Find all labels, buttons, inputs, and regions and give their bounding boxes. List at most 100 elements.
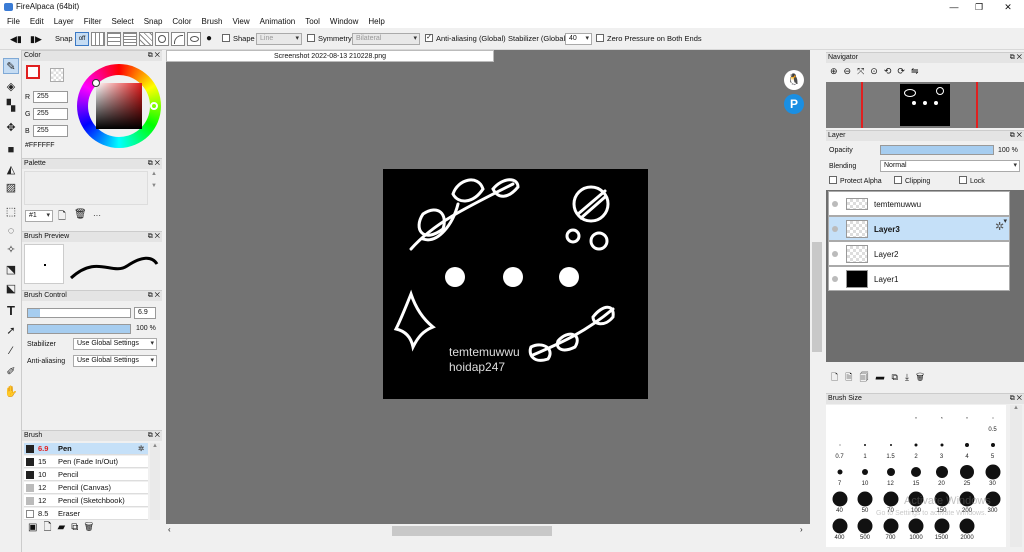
panel-close-icon[interactable]: ⧉ ✕ [148,291,160,301]
snap-dot-icon[interactable]: ● [206,32,212,46]
zoom-fit-icon[interactable]: ⤧ [857,66,870,76]
brush-folder-icon[interactable]: ▰ [58,522,72,533]
brush-size-cell[interactable]: 700 [878,515,903,541]
snap-parallel-icon[interactable] [91,32,105,46]
snap-vanish-icon[interactable] [139,32,153,46]
vertical-scroll-thumb[interactable] [812,242,822,352]
merge-down-icon[interactable]: ⤓ [905,372,916,382]
panel-close-icon[interactable]: ⧉ ✕ [148,431,160,441]
rotate-icon[interactable]: ⟲ [884,66,898,76]
bucket-tool-icon[interactable]: ◭ [3,162,19,178]
brush-size-cell[interactable]: 10 [853,461,878,487]
brush-size-cell[interactable]: 40 [827,488,852,514]
app-badge-icon[interactable]: P [784,94,804,114]
rotate-reset-icon[interactable]: ⟳ [897,66,911,76]
layer-visibility-icon[interactable] [832,201,838,207]
symmetry-checkbox[interactable]: Symmetry [307,32,352,46]
palette-swatch-area[interactable] [24,171,148,205]
new-1bit-layer-icon[interactable]: 🗐 [860,372,876,382]
sv-marker-icon[interactable] [92,79,100,87]
brush-item[interactable]: 6.9 Pen ✲ [24,443,148,455]
magic-wand-icon[interactable]: ✧ [3,242,19,258]
layer-row[interactable]: Layer1 [828,266,1010,291]
divide-tool-icon[interactable]: ⁄ [3,343,19,359]
menu-color[interactable]: Color [167,14,196,28]
panel-close-icon[interactable]: ⧉ ✕ [1010,131,1022,141]
select-pen-icon[interactable]: ⬔ [3,262,19,278]
brush-settings-icon[interactable]: ✲ [138,443,144,455]
blending-select[interactable]: Normal [880,160,1020,172]
select-tool-icon[interactable]: ⬚ [3,204,19,220]
brush-size-cell[interactable]: · [904,407,929,433]
brush-item[interactable]: 8.5 Eraser [24,508,148,520]
scroll-right-icon[interactable]: › [800,525,803,534]
antialias-checkbox[interactable]: ✓ Anti-aliasing (Global) [425,32,506,46]
brush-delete-icon[interactable]: 🗑 [84,522,99,533]
layer-visibility-icon[interactable] [832,276,838,282]
eyedropper-icon[interactable]: ✐ [3,364,19,380]
layer-row[interactable]: Layer2 [828,241,1010,266]
zero-pressure-checkbox[interactable]: Zero Pressure on Both Ends [596,32,702,46]
brush-list-scrollbar[interactable]: ▲ [150,443,160,520]
shape-checkbox[interactable]: Shape [222,32,255,46]
opacity-slider[interactable] [27,324,131,334]
select-eraser-icon[interactable]: ⬕ [3,281,19,297]
layer-row[interactable]: temtemuwwu [828,191,1010,216]
brush-size-cell[interactable]: · [929,407,954,433]
brush-size-cell[interactable]: 500 [853,515,878,541]
menu-window[interactable]: Window [325,14,363,28]
brush-size-cell[interactable]: 0.5 [980,407,1005,433]
brush-tool-icon[interactable]: ✎ [3,58,19,74]
brush-size-cell[interactable]: 1500 [929,515,954,541]
panel-close-icon[interactable]: ⧉ ✕ [148,159,160,169]
operation-tool-icon[interactable]: ➚ [3,323,19,339]
menu-tool[interactable]: Tool [300,14,325,28]
snap-curve-icon[interactable] [171,32,185,46]
snap-ellipse-icon[interactable] [187,32,201,46]
brush-size-scrollbar[interactable]: ▲ [1010,405,1022,547]
brush-size-cell[interactable]: 4 [955,434,980,460]
prev-icon[interactable]: ◀▮ [10,32,22,46]
eraser-tool-icon[interactable]: ◈ [3,79,19,95]
restore-button[interactable]: ❐ [965,0,993,14]
palette-index-select[interactable]: #1 [25,210,53,222]
brush-size-cell[interactable]: 20 [929,461,954,487]
brush-size-cell[interactable]: 5 [980,434,1005,460]
snap-cross-icon[interactable] [123,32,137,46]
clipping-checkbox[interactable]: Clipping [894,176,930,185]
panel-close-icon[interactable]: ⧉ ✕ [148,51,160,61]
snap-grid-icon[interactable] [107,32,121,46]
brush-size-cell[interactable] [878,407,903,433]
actual-size-icon[interactable]: ⊙ [870,66,884,76]
brush-item[interactable]: 12 Pencil (Sketchbook) [24,495,148,507]
gradient-tool-icon[interactable]: ▨ [3,180,19,196]
lasso-tool-icon[interactable]: ◌ [3,223,19,239]
layer-opacity-slider[interactable] [880,145,994,155]
flip-icon[interactable]: ⇋ [911,66,925,76]
brush-item[interactable]: 10 Pencil [24,469,148,481]
menu-animation[interactable]: Animation [255,14,301,28]
layer-settings-icon[interactable]: ✲ [995,222,1004,233]
brush-size-cell[interactable] [827,407,852,433]
rect-fill-icon[interactable]: ■ [3,142,19,158]
brush-size-cell[interactable]: 12 [878,461,903,487]
brush-duplicate-icon[interactable]: ⧉ [71,522,84,533]
stabilizer-select[interactable]: 40 [565,33,592,45]
new-layer-icon[interactable]: 🗋 [831,372,845,382]
move-tool-icon[interactable]: ✥ [3,120,19,136]
palette-more-icon[interactable]: ··· [93,211,101,220]
new-folder-icon[interactable]: ▰ [876,372,892,382]
brush-size-cell[interactable]: 1000 [904,515,929,541]
zoom-in-icon[interactable]: ⊕ [830,66,844,76]
brush-size-cell[interactable]: 50 [853,488,878,514]
text-tool-icon[interactable]: T [3,303,19,319]
brush-stabilizer-select[interactable]: Use Global Settings [73,338,157,350]
duplicate-layer-icon[interactable]: ⧉ [892,372,905,382]
brush-size-cell[interactable]: 2000 [955,515,980,541]
new-8bit-layer-icon[interactable]: 🗎 [845,372,859,382]
horizontal-scroll-thumb[interactable] [392,526,552,536]
brush-antialias-select[interactable]: Use Global Settings [73,355,157,367]
penguin-icon[interactable]: 🐧 [784,70,804,90]
layer-visibility-icon[interactable] [832,226,838,232]
brush-size-cell[interactable]: · [955,407,980,433]
